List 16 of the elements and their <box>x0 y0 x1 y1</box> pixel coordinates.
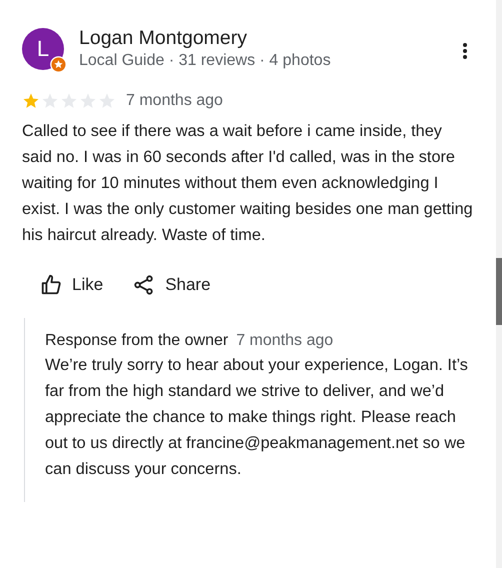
scrollbar-thumb[interactable] <box>496 258 502 325</box>
scrollbar[interactable] <box>496 0 502 568</box>
owner-response-date: 7 months ago <box>236 332 334 350</box>
review-date: 7 months ago <box>126 92 223 110</box>
owner-response-title: Response from the owner <box>45 332 228 350</box>
review-text: Called to see if there was a wait before i came inside, they said no. I was in 60 seconds after I'd called, was in the store waiting for 10 minutes without them even acknowledging I exist. I was the only customer waiting besides one man getting his haircut already. Waste of time. <box>22 121 474 246</box>
owner-response-text: We’re truly sorry to hear about your experience, Logan. It’s far from the high standard we strive to deliver, and we’d appreciate the chance to make things right. Please reach out to us directly at francine@peakmanagement.net so we can discuss your concerns. <box>45 355 469 480</box>
thumbs-up-icon <box>40 274 62 296</box>
reviewer-name[interactable]: Logan Montgomery <box>79 26 462 50</box>
like-button[interactable]: Like <box>38 270 106 300</box>
share-button[interactable]: Share <box>131 270 213 300</box>
share-icon <box>133 274 156 296</box>
more-options-icon[interactable] <box>462 42 468 60</box>
avatar[interactable]: L <box>22 28 64 70</box>
filled-star-icon <box>22 92 40 110</box>
reviewer-info: Local Guide · 31 reviews · 4 photos <box>79 51 332 71</box>
